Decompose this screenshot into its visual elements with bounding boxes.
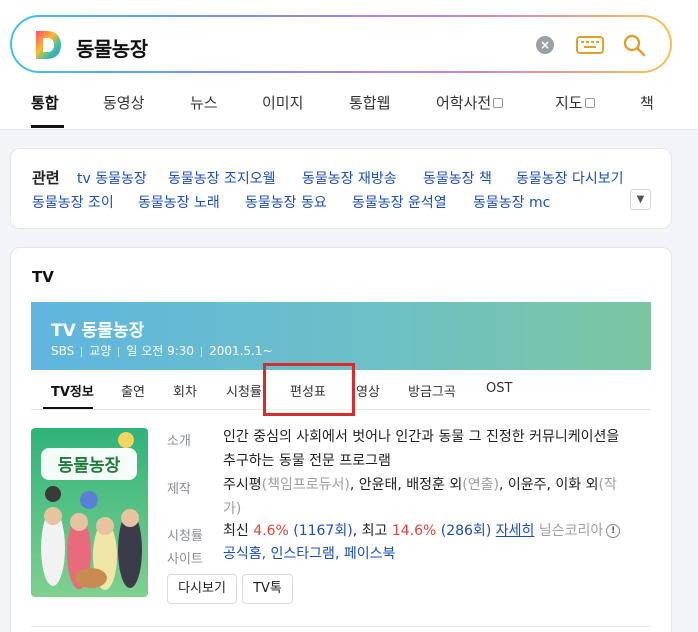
related-link[interactable]: 동물농장 윤석열 (352, 192, 447, 212)
rating-max-episode: (286회) (440, 523, 492, 539)
credit-name: , 이윤주, 이화 외 (498, 477, 599, 493)
tab-map[interactable]: 지도 (555, 92, 595, 113)
search-tabs: 통합 동영상 뉴스 이미지 통합웹 어학사전 지도 책 (0, 84, 698, 129)
subtab-tv-info[interactable]: TV정보 (51, 381, 94, 400)
tab-video[interactable]: 동영상 (103, 92, 144, 113)
tab-dictionary[interactable]: 어학사전 (436, 92, 504, 113)
rating-detail-link[interactable]: 자세히 (496, 523, 535, 539)
related-searches: 관련 tv 동물농장 동물농장 조지오웰 동물농장 재방송 동물농장 책 동물농… (10, 148, 672, 229)
related-link[interactable]: 동물농장 동요 (245, 192, 327, 212)
info-label-site: 사이트 (167, 552, 203, 567)
related-link[interactable]: 동물농장 조지오웰 (168, 168, 276, 188)
genre: 교양 (89, 344, 112, 358)
active-tab-indicator (31, 125, 64, 128)
poster-title-text: 동물농장 (58, 456, 121, 476)
clear-icon[interactable]: × (536, 36, 554, 54)
site-links: 공식홈, 인스타그램, 페이스북 (223, 542, 663, 566)
program-meta: SBS 교양 일 오전 9:30 2001.5.1~ (51, 342, 273, 359)
credit-role: (책임프로듀서) (261, 477, 350, 493)
subtab-ost[interactable]: OST (486, 381, 512, 396)
keyboard-icon[interactable] (576, 35, 604, 55)
rating-latest-episode: (1167회) (289, 523, 353, 539)
production-credits: 주시평(책임프로듀서), 안윤태, 배정훈 외(연출), 이윤주, 이화 외(작… (223, 473, 663, 521)
tab-web[interactable]: 통합웹 (349, 92, 390, 113)
info-label-production: 제작 (167, 482, 191, 497)
credit-role: (작 (598, 477, 617, 493)
rating-max-label: , 최고 (352, 523, 388, 539)
related-link[interactable]: tv 동물농장 (77, 168, 147, 188)
credit-name: , 안윤태, 배정훈 외 (349, 477, 463, 493)
related-link[interactable]: 동물농장 다시보기 (516, 168, 624, 188)
tab-map-label: 지도 (555, 94, 583, 112)
section-title: TV (32, 268, 54, 286)
rating-latest-label: 최신 (223, 523, 249, 539)
tab-integrated[interactable]: 통합 (31, 92, 59, 113)
divider (31, 626, 651, 627)
tab-news[interactable]: 뉴스 (190, 92, 218, 113)
divider (201, 346, 203, 357)
divider (81, 346, 83, 357)
subtab-ratings[interactable]: 시청률 (226, 381, 262, 400)
program-description: 인간 중심의 사회에서 벗어나 인간과 동물 그 진정한 커뮤니케이션을 추구하… (223, 425, 663, 473)
tab-books[interactable]: 책 (640, 92, 654, 113)
related-title: 관련 (32, 169, 60, 187)
credits-line: 주시평(책임프로듀서), 안윤태, 배정훈 외(연출), 이윤주, 이화 외(작 (223, 473, 663, 497)
air-date: 2001.5.1~ (209, 344, 273, 358)
related-link[interactable]: 동물농장 노래 (138, 192, 220, 212)
related-link[interactable]: 동물농장 mc (473, 192, 550, 212)
divider (118, 346, 120, 357)
chevron-down-icon[interactable]: ▼ (630, 189, 651, 210)
external-link-icon (493, 97, 504, 108)
info-label-intro: 소개 (167, 434, 191, 449)
subtab-video[interactable]: 영상 (356, 381, 380, 400)
program-banner: TV 동물농장 SBS 교양 일 오전 9:30 2001.5.1~ (31, 302, 651, 370)
search-inner: 동물농장 × (12, 17, 670, 71)
highlight-annotation (263, 363, 355, 416)
rating-info: 최신 4.6% (1167회), 최고 14.6% (286회) 자세히 닐슨코… (223, 519, 673, 543)
info-label-rating: 시청률 (167, 529, 203, 544)
credit-role: (연출) (462, 477, 499, 493)
rating-max-value: 14.6% (391, 523, 437, 539)
program-title[interactable]: TV 동물농장 (51, 316, 144, 341)
rating-latest-episode-num: (1167회) (293, 523, 353, 539)
credit-role: 가) (223, 501, 242, 517)
description-line: 추구하는 동물 전문 프로그램 (223, 453, 391, 469)
related-link[interactable]: 동물농장 책 (423, 168, 492, 188)
search-query-text[interactable]: 동물농장 (76, 33, 148, 62)
related-link[interactable]: 동물농장 조이 (32, 192, 114, 212)
air-time: 일 오전 9:30 (126, 344, 195, 358)
subtab-episodes[interactable]: 회차 (173, 381, 197, 400)
tv-talk-button[interactable]: TV톡 (242, 574, 293, 604)
tab-images[interactable]: 이미지 (262, 92, 303, 113)
site-links-text[interactable]: 공식홈, 인스타그램, 페이스북 (223, 546, 395, 562)
subtab-song[interactable]: 방금그곡 (408, 381, 456, 400)
tv-card: TV TV 동물농장 SBS 교양 일 오전 9:30 2001.5.1~ TV정보 … (10, 247, 672, 632)
related-link[interactable]: 동물농장 재방송 (302, 168, 397, 188)
credits-line: 가) (223, 497, 663, 521)
external-link-icon (584, 97, 595, 108)
info-icon[interactable]: ! (606, 524, 621, 538)
description-line: 인간 중심의 사회에서 벗어나 인간과 동물 그 진정한 커뮤니케이션을 (223, 429, 620, 445)
tab-dictionary-label: 어학사전 (436, 94, 492, 112)
daum-logo-icon[interactable] (34, 30, 62, 60)
header: 동물농장 × 통합 동영상 뉴스 이미지 통합웹 어학사전 지도 책 (0, 0, 698, 130)
channel: SBS (51, 344, 75, 358)
credit-name: 주시평 (223, 477, 262, 493)
replay-button[interactable]: 다시보기 (167, 574, 237, 604)
search-bar: 동물농장 × (10, 15, 672, 73)
program-poster[interactable]: 동물농장 (31, 428, 148, 597)
rating-latest-value: 4.6% (253, 523, 289, 539)
rating-source: 닐슨코리아 (538, 523, 604, 539)
search-icon[interactable] (622, 33, 646, 57)
subtab-cast[interactable]: 출연 (121, 381, 145, 400)
active-subtab-indicator (43, 407, 93, 409)
